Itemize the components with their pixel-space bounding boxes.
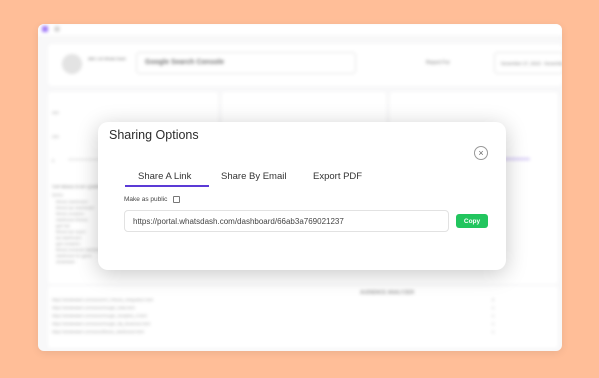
tab-share-by-email[interactable]: Share By Email bbox=[221, 171, 286, 182]
tab-share-a-link[interactable]: Share A Link bbox=[138, 171, 191, 182]
copy-button[interactable]: Copy bbox=[456, 214, 488, 228]
close-icon[interactable]: × bbox=[474, 146, 488, 160]
share-url-input[interactable] bbox=[124, 210, 449, 232]
modal-title: Sharing Options bbox=[109, 128, 199, 142]
active-tab-indicator bbox=[125, 185, 209, 187]
make-public-checkbox[interactable] bbox=[173, 196, 180, 203]
make-public-label: Make as public bbox=[124, 196, 168, 203]
tab-export-pdf[interactable]: Export PDF bbox=[313, 171, 362, 182]
sharing-options-modal: Sharing Options × Share A Link Share By … bbox=[98, 122, 506, 270]
